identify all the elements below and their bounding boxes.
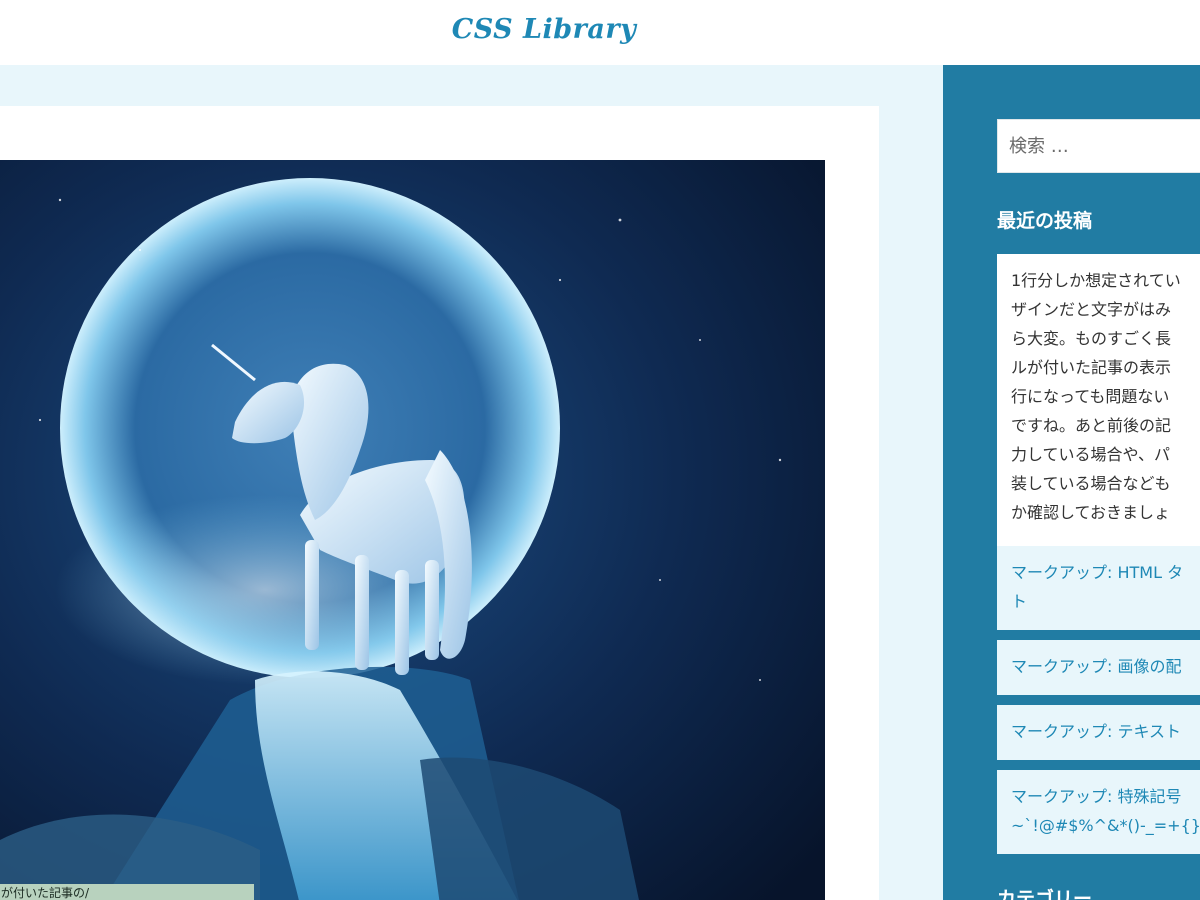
featured-image[interactable] [0, 160, 825, 900]
post-text-line: 装している場合なども [1011, 474, 1171, 493]
recent-post-link[interactable]: マークアップ: 特殊記号 ~`!@#$%^&*()-_=+{} [997, 770, 1200, 854]
post-text-line: 行になっても問題ない [1011, 387, 1170, 406]
post-text-line: ら大変。ものすごく長 [1011, 329, 1172, 348]
site-logo[interactable]: CSS Library [0, 14, 1088, 45]
post-text-line: ルが付いた記事の表示 [1011, 358, 1172, 377]
recent-posts-title: 最近の投稿 [997, 210, 1093, 232]
recent-post-link[interactable]: マークアップ: HTML タ ト [997, 546, 1200, 630]
post-link-text: マークアップ: HTML タ [1011, 563, 1184, 582]
search-box [997, 119, 1200, 173]
post-text-line: 力している場合や、パ [1011, 445, 1171, 464]
post-link-text: マークアップ: テキスト [1011, 722, 1181, 741]
search-input[interactable] [998, 120, 1200, 172]
image-caption: が付いた記事の/ [0, 884, 254, 900]
recent-post-link[interactable]: マークアップ: テキスト [997, 705, 1200, 760]
post-text-line: 1行分しか想定されてい [1011, 271, 1181, 290]
post-link-text: マークアップ: 特殊記号 [1011, 787, 1182, 806]
recent-post-item[interactable]: 1行分しか想定されてい ザインだと文字がはみ ら大変。ものすごく長 ルが付いた記… [997, 254, 1200, 547]
post-text-line: か確認しておきましょ [1011, 503, 1171, 522]
post-link-text: マークアップ: 画像の配 [1011, 657, 1182, 676]
site-header: CSS Library [0, 0, 1200, 65]
post-text-line: ザインだと文字がはみ [1011, 300, 1172, 319]
recent-post-link[interactable]: マークアップ: 画像の配 [997, 640, 1200, 695]
post-link-text: ~`!@#$%^&*()-_=+{} [1011, 816, 1200, 835]
post-text-line: ですね。あと前後の記 [1011, 416, 1172, 435]
categories-title: カテゴリー [997, 888, 1093, 900]
post-link-text: ト [1011, 592, 1028, 611]
sidebar: 最近の投稿 1行分しか想定されてい ザインだと文字がはみ ら大変。ものすごく長 … [943, 65, 1200, 900]
